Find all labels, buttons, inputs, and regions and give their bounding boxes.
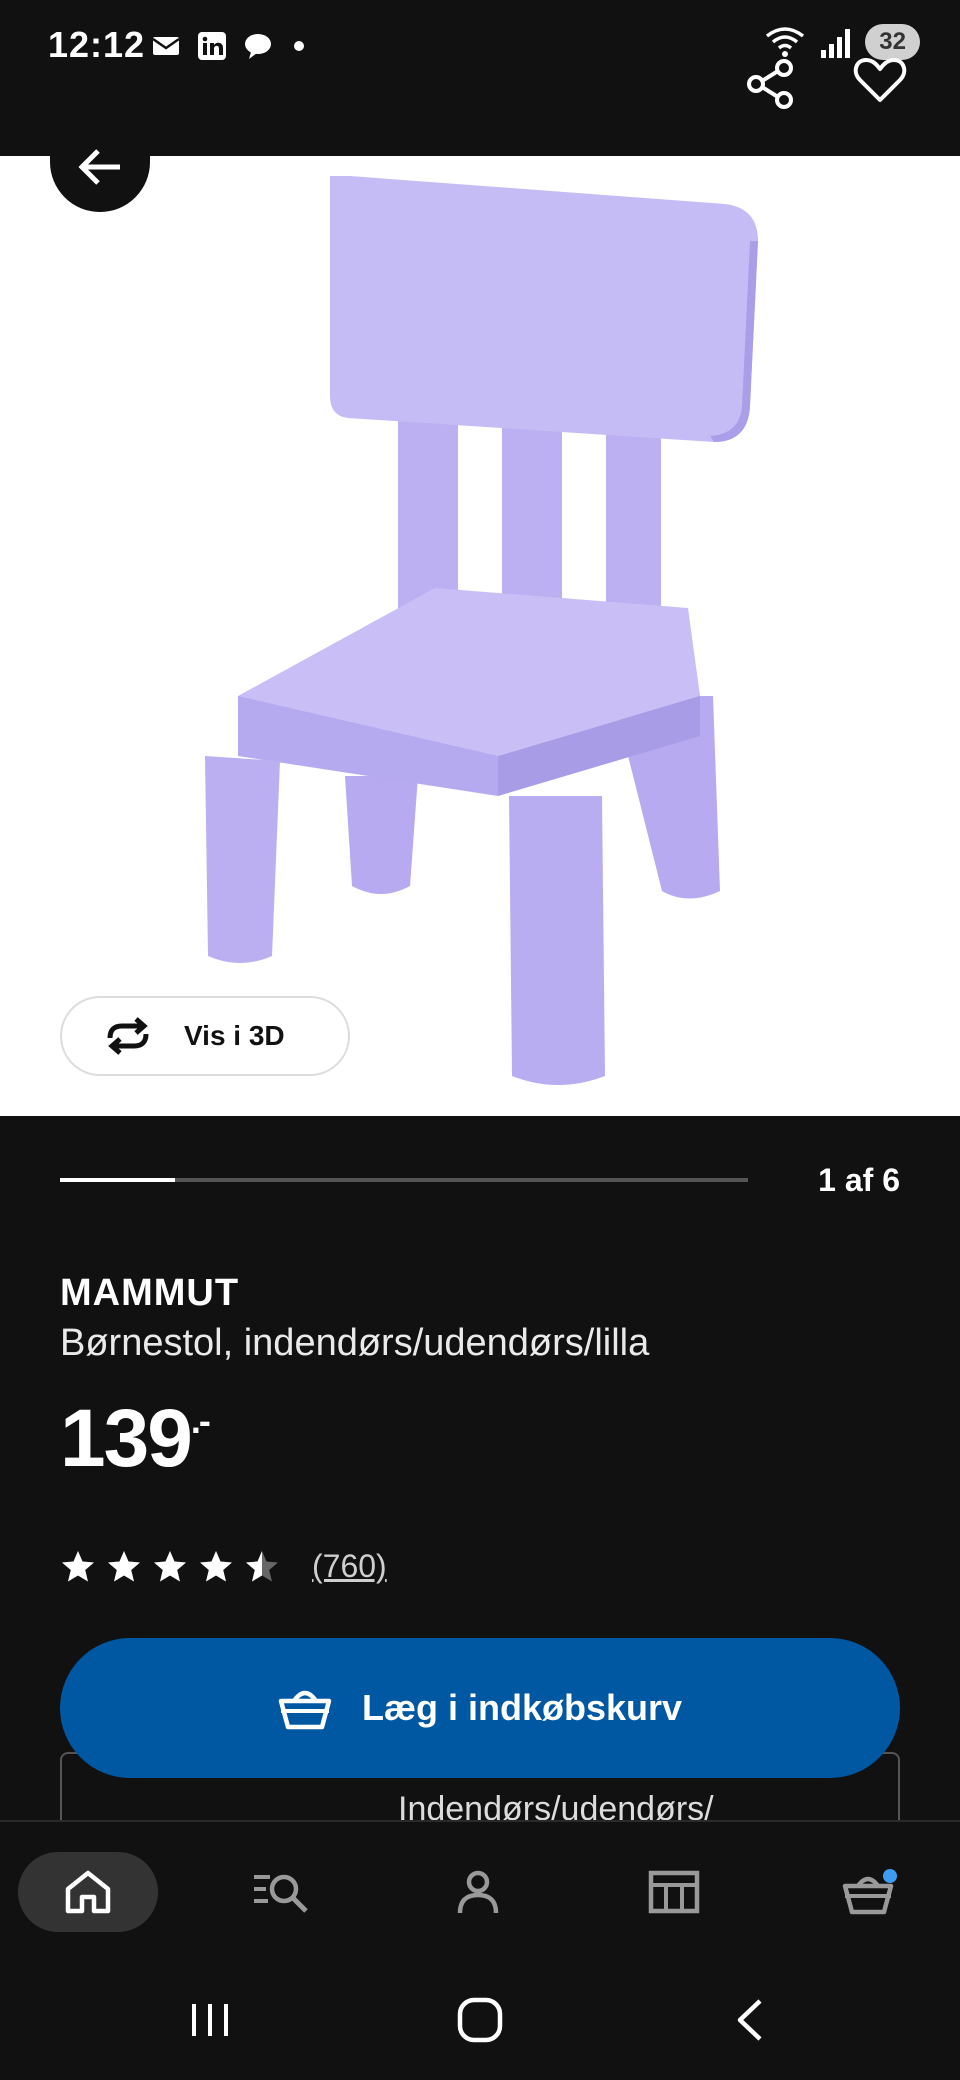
- star-icon: [200, 1550, 232, 1581]
- recents-button[interactable]: [170, 1980, 250, 2060]
- price-value: 139: [60, 1393, 193, 1484]
- profile-icon: [457, 1870, 499, 1914]
- product-brand: MAMMUT: [60, 1272, 240, 1314]
- rating-stars: [60, 1549, 280, 1585]
- home-icon: [65, 1870, 111, 1914]
- product-price: 139.-: [60, 1392, 211, 1486]
- signal-icon: [821, 29, 851, 58]
- star-icon: [62, 1550, 94, 1581]
- home-system-button[interactable]: [440, 1980, 520, 2060]
- cart-notification-dot: [883, 1869, 897, 1883]
- arrow-left-icon: [78, 149, 120, 185]
- pager-count: 1 af 6: [818, 1162, 900, 1198]
- product-image-area[interactable]: Vis i 3D: [0, 156, 960, 1116]
- heart-icon[interactable]: [850, 50, 910, 110]
- product-rating[interactable]: (760): [60, 1548, 387, 1585]
- store-icon: [648, 1870, 700, 1914]
- star-icon: [108, 1550, 140, 1581]
- system-navigation: [0, 1960, 960, 2080]
- nav-cart[interactable]: [800, 1852, 940, 1932]
- more-notifications-dot: [294, 41, 304, 51]
- back-icon: [737, 1999, 762, 2041]
- basket-icon: [278, 1690, 332, 1730]
- mail-icon: [152, 37, 180, 55]
- product-image-chair: [205, 176, 758, 1085]
- linkedin-icon: [198, 32, 226, 60]
- rotate-3d-icon: [107, 1017, 149, 1055]
- notification-icons: [150, 30, 304, 62]
- recents-icon: [192, 2004, 228, 2036]
- product-description: Børnestol, indendørs/udendørs/lilla: [60, 1322, 650, 1364]
- nav-home[interactable]: [18, 1852, 158, 1932]
- bottom-navigation: [0, 1820, 960, 1960]
- view-in-3d-label: Vis i 3D: [184, 1020, 285, 1051]
- image-pager: 1 af 6: [60, 1160, 900, 1200]
- share-icon[interactable]: [740, 54, 800, 114]
- nav-store[interactable]: [604, 1852, 744, 1932]
- nav-profile[interactable]: [408, 1852, 548, 1932]
- price-suffix: .-: [190, 1400, 211, 1441]
- nav-search[interactable]: [212, 1852, 352, 1932]
- chat-icon: [245, 34, 271, 59]
- view-in-3d-button[interactable]: Vis i 3D: [60, 996, 350, 1076]
- pager-progress: [60, 1178, 175, 1182]
- home-button-icon: [457, 1997, 503, 2043]
- star-icon: [154, 1550, 186, 1581]
- cart-icon: [842, 1869, 897, 1915]
- search-icon: [254, 1874, 308, 1913]
- star-icon: [246, 1550, 278, 1581]
- status-time: 12:12: [48, 24, 146, 65]
- add-to-cart-button[interactable]: Læg i indkøbskurv: [60, 1638, 900, 1778]
- pager-track: [60, 1178, 748, 1182]
- rating-count[interactable]: (760): [312, 1548, 387, 1585]
- back-system-button[interactable]: [710, 1980, 790, 2060]
- add-to-cart-label: Læg i indkøbskurv: [361, 1687, 683, 1728]
